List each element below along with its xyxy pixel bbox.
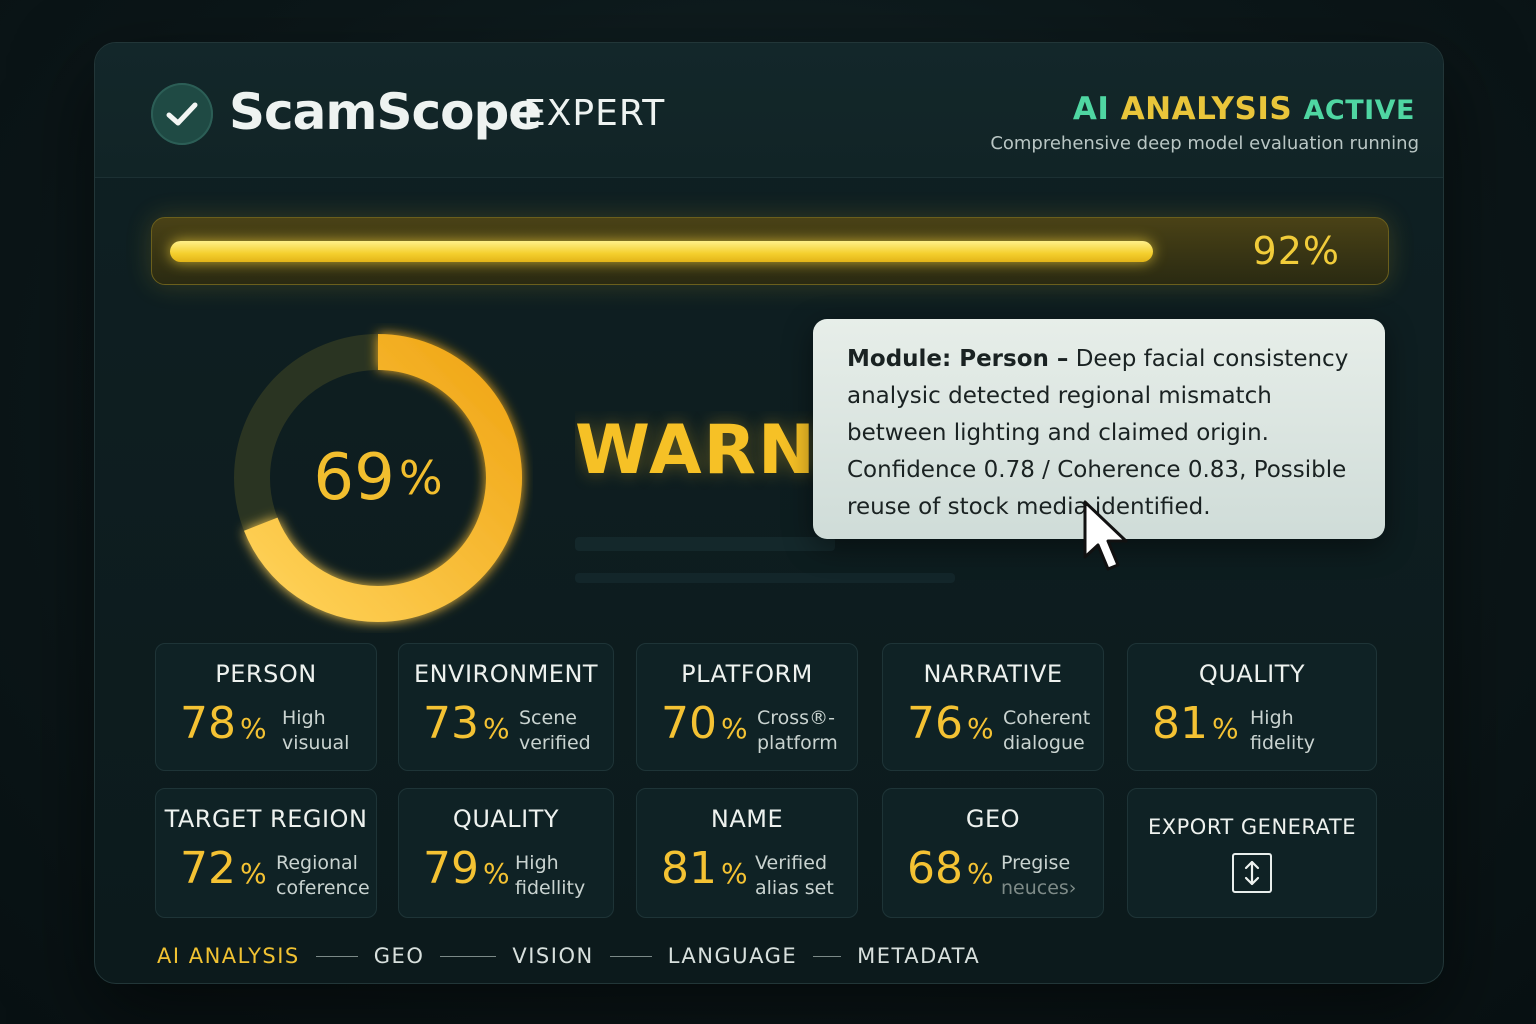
metric-card-quality-2[interactable]: QUALITY 79% High fidellity	[398, 788, 614, 918]
card-value: 81%	[661, 843, 748, 894]
status-active: ACTIVE	[1303, 95, 1415, 126]
risk-score-value: 69%	[313, 441, 443, 515]
card-description: Scene verified	[519, 707, 591, 754]
card-description: High visuual	[282, 707, 350, 754]
card-title: QUALITY	[452, 805, 560, 833]
export-card: EXPORT GENERATE	[1127, 788, 1377, 918]
nav-language[interactable]: LANGUAGE	[668, 944, 797, 968]
card-description: High fidelity	[1250, 707, 1315, 754]
card-value: 68%	[907, 843, 994, 894]
card-title: QUALITY	[1198, 660, 1306, 688]
status-analysis: ANALYSIS	[1120, 91, 1293, 127]
nav-separator	[440, 955, 497, 957]
card-title: PLATFORM	[681, 660, 813, 688]
card-description: High fidellity	[515, 852, 586, 899]
status-subtitle: Comprehensive deep model evaluation runn…	[990, 133, 1419, 154]
progress-label: 92%	[1252, 229, 1340, 273]
metric-card-platform[interactable]: PLATFORM 70% Cross®- platform	[636, 643, 858, 771]
brand-name: ScamScope	[229, 83, 542, 141]
dashboard-panel: ScamScope EXPERT AI ANALYSIS ACTIVE Comp…	[94, 42, 1444, 984]
card-title: TARGET REGION	[164, 805, 368, 833]
card-title: NAME	[710, 805, 784, 833]
analysis-progress-bar: 92%	[151, 217, 1389, 285]
metric-card-narrative[interactable]: NARRATIVE 76% Coherent dialogue	[882, 643, 1104, 771]
nav-separator	[609, 955, 652, 957]
analysis-nav: AI ANALYSIS GEO VISION LANGUAGE METADATA	[157, 941, 980, 971]
mouse-pointer-icon	[1083, 500, 1128, 571]
export-generate-button[interactable]	[1232, 853, 1272, 893]
card-value: 78%	[180, 698, 267, 749]
card-title: PERSON	[215, 660, 317, 688]
tooltip-body: Deep facial consistency analysic detecte…	[847, 346, 1349, 520]
card-value: 81%	[1152, 698, 1239, 749]
card-value: 72%	[180, 843, 267, 894]
placeholder-line	[575, 573, 955, 583]
metric-card-person[interactable]: PERSON 78% High visuual	[155, 643, 377, 771]
metric-card-quality[interactable]: QUALITY 81% High fidelity	[1127, 643, 1377, 771]
resize-vertical-icon	[1244, 860, 1260, 886]
nav-vision[interactable]: VISION	[512, 944, 593, 968]
card-description: Pregise neuces›	[1001, 852, 1077, 899]
card-value: 70%	[661, 698, 748, 749]
metric-card-environment[interactable]: ENVIRONMENT 73% Scene verified	[398, 643, 614, 771]
card-description: Regional coference	[276, 852, 370, 899]
export-title: EXPORT GENERATE	[1147, 815, 1356, 839]
check-badge-icon	[151, 83, 213, 145]
metric-card-geo[interactable]: GEO 68% Pregise neuces›	[882, 788, 1104, 918]
analysis-status: AI ANALYSIS ACTIVE	[1073, 91, 1415, 127]
card-value: 79%	[423, 843, 510, 894]
card-value: 76%	[907, 698, 994, 749]
metric-card-target-region[interactable]: TARGET REGION 72% Regional coference	[155, 788, 377, 918]
card-description: Verified alias set	[755, 852, 834, 899]
card-description: Cross®- platform	[757, 707, 838, 754]
card-title: GEO	[965, 805, 1021, 833]
brand-edition: EXPERT	[523, 93, 666, 134]
nav-geo[interactable]: GEO	[374, 944, 425, 968]
nav-metadata[interactable]: METADATA	[857, 944, 980, 968]
nav-separator	[813, 955, 842, 957]
metric-card-name[interactable]: NAME 81% Verified alias set	[636, 788, 858, 918]
card-value: 73%	[423, 698, 510, 749]
nav-separator	[315, 955, 358, 957]
card-title: NARRATIVE	[923, 660, 1063, 688]
progress-fill	[170, 241, 1153, 262]
status-ai: AI	[1072, 91, 1110, 127]
placeholder-line	[575, 537, 835, 551]
card-title: ENVIRONMENT	[413, 660, 599, 688]
tooltip-heading: Module: Person –	[847, 346, 1069, 372]
nav-ai-analysis[interactable]: AI ANALYSIS	[157, 944, 300, 968]
header: ScamScope EXPERT AI ANALYSIS ACTIVE Comp…	[95, 43, 1443, 178]
card-description: Coherent dialogue	[1003, 707, 1091, 754]
warning-heading: WARNING	[575, 411, 825, 490]
